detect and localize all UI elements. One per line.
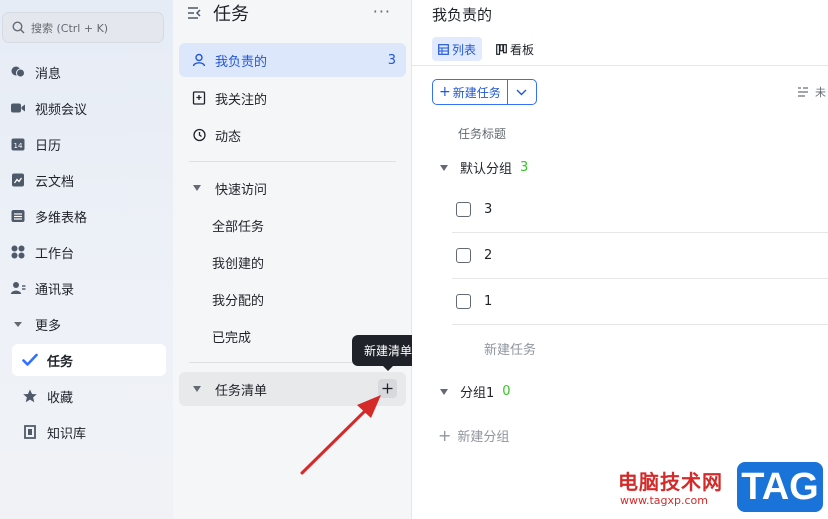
watermark-url: www.tagxp.com	[620, 494, 708, 507]
watermark-text: 电脑技术网	[618, 470, 723, 494]
annotation-arrow	[300, 395, 381, 475]
watermark-logo: TAG	[737, 462, 823, 512]
watermark: 电脑技术网 www.tagxp.com TAG	[618, 462, 828, 519]
